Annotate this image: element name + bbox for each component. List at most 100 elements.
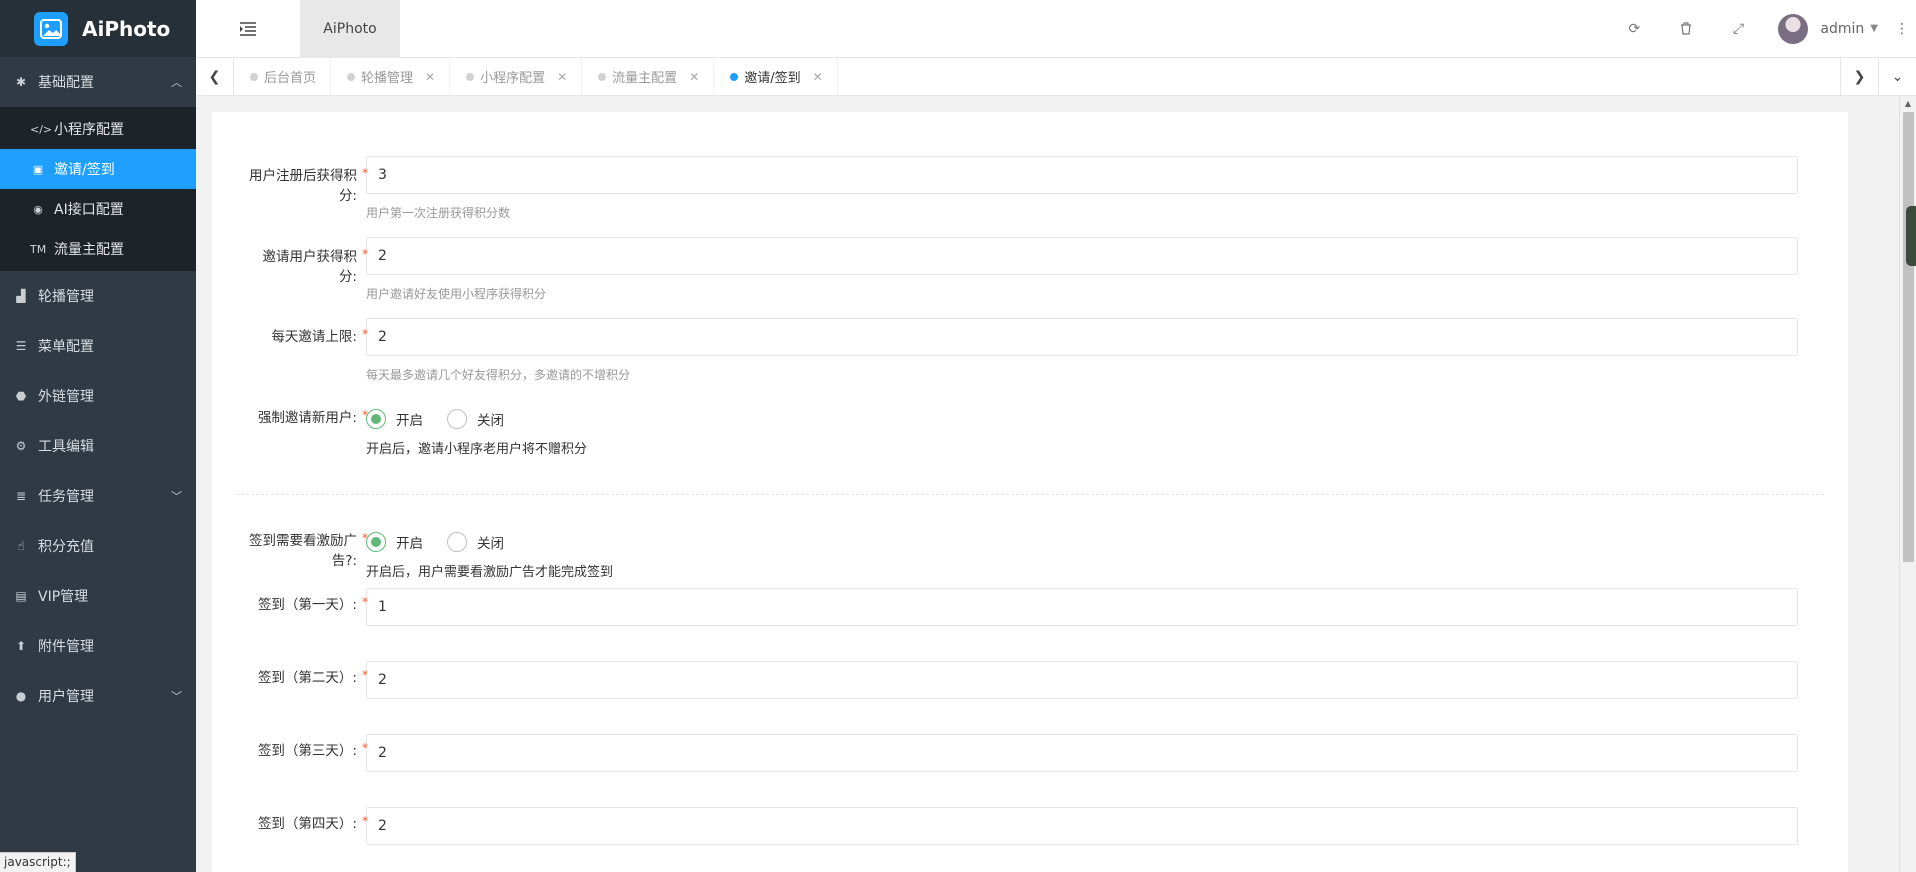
nav-item-task-management[interactable]: ≣ 任务管理 ﹀: [0, 471, 196, 521]
sign-day-1-input[interactable]: 1: [366, 588, 1798, 626]
daily-limit-input[interactable]: 2: [366, 318, 1798, 356]
tab-miniprogram-config[interactable]: 小程序配置 ✕: [450, 58, 583, 95]
force-new-off-radio[interactable]: 关闭: [447, 409, 504, 429]
header-actions: ⟳ ⤢ admin ▼ ⋮: [1608, 0, 1916, 58]
nav-item-points-recharge[interactable]: ☝ 积分充值: [0, 521, 196, 571]
field: 开启 关闭 开启后，邀请小程序老用户将不赠积分: [366, 408, 1798, 457]
force-new-on-radio[interactable]: 开启: [366, 409, 423, 429]
nav-group-label: 基础配置: [38, 75, 94, 91]
form-row-register-points: 用户注册后获得积分: * 3 用户第一次注册获得积分数: [212, 156, 1848, 237]
nav-item-label: 轮播管理: [38, 289, 94, 305]
nav-item-external-links[interactable]: ⬣ 外链管理: [0, 371, 196, 421]
chevron-left-icon[interactable]: ❮: [196, 58, 234, 95]
nav-item-tool-edit[interactable]: ⚙ 工具编辑: [0, 421, 196, 471]
radio-circle: [447, 409, 467, 429]
nav-item-user-management[interactable]: ● 用户管理 ﹀: [0, 671, 196, 721]
nav-item-label: VIP管理: [38, 589, 89, 605]
nav-item-menu-config[interactable]: ☰ 菜单配置: [0, 321, 196, 371]
nav-item-label: 外链管理: [38, 389, 94, 405]
photo-logo-icon: [34, 11, 68, 46]
fullscreen-icon[interactable]: ⤢: [1712, 0, 1764, 58]
android-icon: ⬣: [15, 389, 27, 403]
required-mark: *: [362, 247, 368, 261]
chevron-down-icon[interactable]: ⌄: [1878, 58, 1916, 95]
field-label: 签到（第一天）:: [257, 597, 357, 613]
brand-name: AiPhoto: [82, 16, 171, 41]
close-icon[interactable]: ✕: [557, 70, 567, 84]
browser-status-bar: javascript:;: [0, 852, 76, 872]
radio-label: 关闭: [477, 413, 504, 429]
nav-item-label: 积分充值: [38, 539, 94, 555]
subnav-item-traffic-config[interactable]: TM 流量主配置: [0, 229, 196, 269]
field: 开启 关闭 开启后，用户需要看激励广告才能完成签到: [366, 531, 1798, 580]
tab-home[interactable]: 后台首页: [234, 58, 332, 95]
field-hint: 用户第一次注册获得积分数: [366, 206, 511, 220]
radio-label: 关闭: [477, 536, 504, 552]
tab-traffic-config[interactable]: 流量主配置 ✕: [582, 58, 715, 95]
area-chart-icon: ▟: [16, 289, 26, 303]
form-row-sign-day-4: 签到（第四天）: * 2: [212, 807, 1848, 872]
tab-dot: [347, 72, 356, 81]
tab-invite-signin[interactable]: 邀请/签到 ✕: [714, 58, 838, 95]
sign-day-3-input[interactable]: 2: [366, 734, 1798, 772]
user-menu[interactable]: admin ▼: [1764, 0, 1888, 58]
radio-circle: [447, 532, 467, 552]
close-icon[interactable]: ✕: [813, 70, 823, 84]
page-tabs: 后台首页 轮播管理 ✕ 小程序配置 ✕ 流量主配置 ✕ 邀请/签到 ✕: [234, 58, 1840, 95]
sign-day-4-input[interactable]: 2: [366, 807, 1798, 845]
tabs-bar: ❮ 后台首页 轮播管理 ✕ 小程序配置 ✕ 流量主配置 ✕ 邀请/签到 ✕ ❯ …: [196, 58, 1916, 96]
top-header: AiPhoto ⟳ ⤢ admin ▼ ⋮: [196, 0, 1916, 58]
tab-label: 后台首页: [264, 71, 317, 86]
form-row-force-new-user: 强制邀请新用户: * 开启 关闭 开启后，邀请小程序老用户将不赠积分: [212, 408, 1848, 458]
form-row-sign-day-2: 签到（第二天）: * 2: [212, 661, 1848, 734]
required-mark: *: [362, 595, 368, 609]
invite-points-input[interactable]: 2: [366, 237, 1798, 275]
close-icon[interactable]: ✕: [425, 70, 435, 84]
more-vertical-icon[interactable]: ⋮: [1888, 21, 1916, 37]
required-mark: *: [362, 408, 368, 422]
field: 2: [366, 807, 1798, 845]
user-name: admin: [1820, 20, 1865, 37]
radio-label: 开启: [396, 536, 423, 552]
bars-icon: ☰: [15, 339, 27, 353]
gear-icon: ⚙: [15, 439, 27, 453]
trash-icon[interactable]: [1660, 0, 1712, 58]
nav-item-attachments[interactable]: ⬆ 附件管理: [0, 621, 196, 671]
sign-ad-off-radio[interactable]: 关闭: [447, 532, 504, 552]
form-row-invite-points: 邀请用户获得积分: * 2 用户邀请好友使用小程序获得积分: [212, 237, 1848, 318]
logo[interactable]: AiPhoto: [0, 0, 196, 57]
nav-item-vip-management[interactable]: ▤ VIP管理: [0, 571, 196, 621]
nav-item-label: 附件管理: [38, 639, 94, 655]
form-row-sign-ad: 签到需要看激励广告?: * 开启 关闭 开启后，用户需要看激励广告才能完成签到: [212, 531, 1848, 588]
side-handle[interactable]: [1906, 206, 1916, 266]
subnav-item-miniprogram-config[interactable]: </> 小程序配置: [0, 109, 196, 149]
close-icon[interactable]: ✕: [689, 70, 699, 84]
nav-item-carousel[interactable]: ▟ 轮播管理: [0, 271, 196, 321]
tab-carousel[interactable]: 轮播管理 ✕: [331, 58, 451, 95]
refresh-icon[interactable]: ⟳: [1608, 0, 1660, 58]
trademark-icon: TM: [30, 242, 47, 256]
menu-toggle-icon[interactable]: [196, 0, 300, 58]
scrollbar-thumb[interactable]: [1903, 112, 1914, 562]
subnav-item-label: AI接口配置: [54, 202, 124, 218]
caret-down-icon: ▼: [1870, 23, 1878, 34]
nav-item-label: 任务管理: [38, 489, 94, 505]
tab-label: 流量主配置: [612, 71, 678, 86]
sidebar: AiPhoto ✱ 基础配置 ︿ </> 小程序配置 ▣ 邀请/签到 ◉ AI接…: [0, 0, 196, 872]
subnav-item-ai-api-config[interactable]: ◉ AI接口配置: [0, 189, 196, 229]
sign-ad-on-radio[interactable]: 开启: [366, 532, 423, 552]
required-mark: *: [362, 668, 368, 682]
sign-day-2-input[interactable]: 2: [366, 661, 1798, 699]
app-tab[interactable]: AiPhoto: [300, 0, 400, 58]
tab-label: 轮播管理: [361, 71, 414, 86]
chevron-down-icon: ﹀: [171, 490, 182, 503]
scroll-up-icon[interactable]: ▲: [1900, 96, 1916, 111]
nav-group-basic-config[interactable]: ✱ 基础配置 ︿: [0, 57, 196, 107]
field-label: 强制邀请新用户:: [257, 410, 357, 426]
register-points-input[interactable]: 3: [366, 156, 1798, 194]
field-note: 开启后，邀请小程序老用户将不赠积分: [366, 442, 588, 457]
tab-dot: [466, 72, 475, 81]
chevron-right-icon[interactable]: ❯: [1840, 58, 1878, 95]
tab-label: 邀请/签到: [744, 71, 801, 86]
subnav-item-invite-signin[interactable]: ▣ 邀请/签到: [0, 149, 196, 189]
